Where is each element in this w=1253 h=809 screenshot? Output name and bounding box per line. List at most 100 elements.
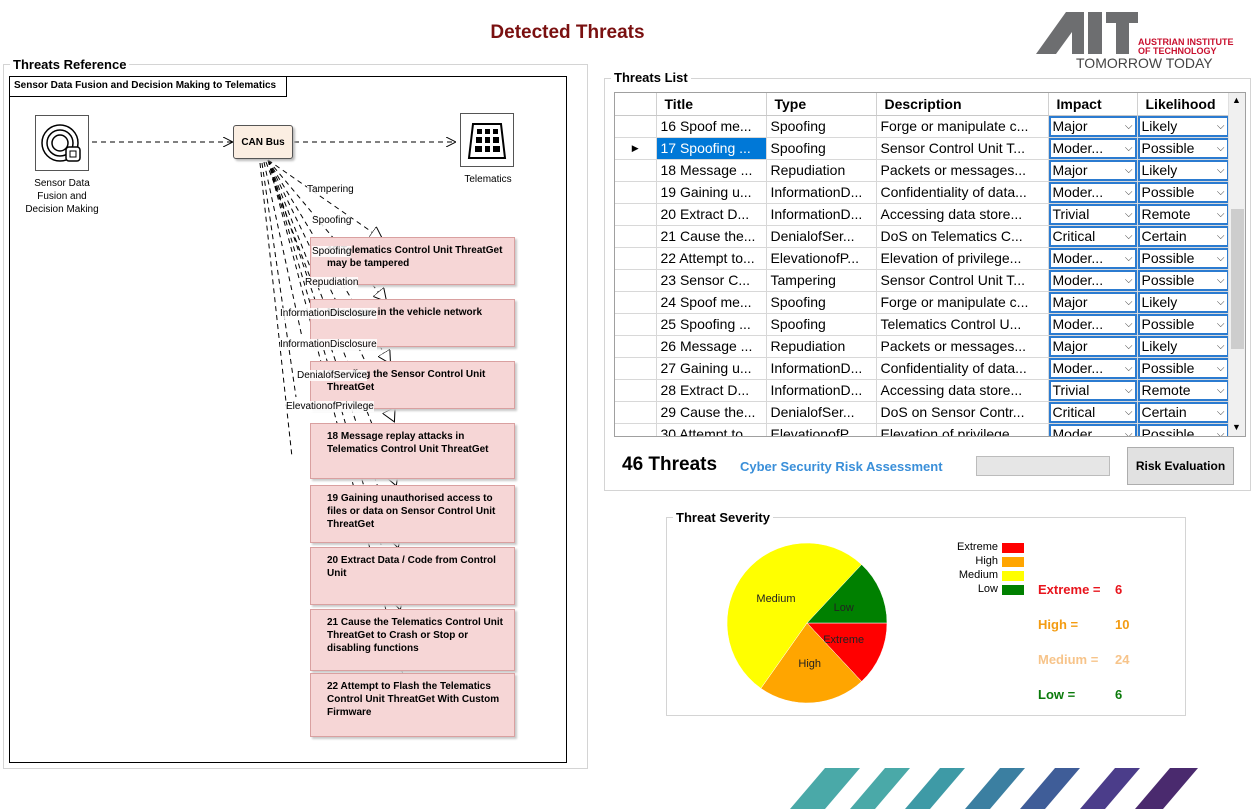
table-row[interactable]: 29 Cause the... DenialofSer... DoS on Sens… — [615, 401, 1230, 424]
cell-title[interactable]: 19 Gaining u... — [656, 181, 767, 204]
cell-title[interactable]: 28 Extract D... — [656, 379, 767, 402]
cell-title[interactable]: 20 Extract D... — [656, 203, 767, 226]
table-row[interactable]: 28 Extract D... InformationD... Accessing … — [615, 379, 1230, 402]
table-row[interactable]: 20 Extract D... InformationD... Accessing … — [615, 203, 1230, 226]
risk-assessment-link[interactable]: Cyber Security Risk Assessment — [740, 459, 943, 474]
impact-select[interactable]: Major ⌵ — [1048, 115, 1136, 136]
cell-likelihood[interactable]: Likely ⌵ — [1137, 115, 1230, 138]
cell-likelihood[interactable]: Possible ⌵ — [1137, 247, 1230, 270]
row-header[interactable] — [615, 269, 657, 292]
row-header[interactable] — [615, 247, 657, 270]
cell-type[interactable]: Tampering — [766, 269, 877, 292]
cell-likelihood[interactable]: Likely ⌵ — [1137, 291, 1230, 314]
cell-description[interactable]: Packets or messages... — [876, 335, 1049, 358]
threat-box-18[interactable]: 18 Message replay attacks in Telematics … — [310, 423, 515, 479]
cell-title[interactable]: 18 Message ... — [656, 159, 767, 182]
impact-select[interactable]: Major ⌵ — [1048, 335, 1136, 356]
table-row[interactable]: 22 Attempt to... ElevationofP... Elevation… — [615, 247, 1230, 270]
scroll-down-icon[interactable]: ▼ — [1232, 422, 1241, 432]
cell-impact[interactable]: Major ⌵ — [1048, 335, 1138, 358]
chevron-down-icon[interactable]: ⌵ — [1125, 253, 1133, 264]
row-header[interactable] — [615, 159, 657, 182]
likelihood-select[interactable]: Remote ⌵ — [1137, 203, 1228, 224]
likelihood-select[interactable]: Certain ⌵ — [1137, 225, 1228, 246]
table-row[interactable]: 23 Sensor C... Tampering Sensor Control Un… — [615, 269, 1230, 292]
cell-likelihood[interactable]: Remote ⌵ — [1137, 203, 1230, 226]
cell-impact[interactable]: Moder... ⌵ — [1048, 357, 1138, 380]
impact-select[interactable]: Moder... ⌵ — [1048, 137, 1136, 158]
chevron-down-icon[interactable]: ⌵ — [1125, 341, 1133, 352]
chevron-down-icon[interactable]: ⌵ — [1125, 231, 1133, 242]
cell-likelihood[interactable]: Likely ⌵ — [1137, 335, 1230, 358]
cell-title[interactable]: 25 Spoofing ... — [656, 313, 767, 336]
impact-select[interactable]: Critical ⌵ — [1048, 225, 1136, 246]
cell-likelihood[interactable]: Remote ⌵ — [1137, 379, 1230, 402]
risk-evaluation-button[interactable]: Risk Evaluation — [1127, 447, 1234, 485]
cell-description[interactable]: Sensor Control Unit T... — [876, 137, 1049, 160]
cell-impact[interactable]: Trivial ⌵ — [1048, 203, 1138, 226]
impact-select[interactable]: Moder... ⌵ — [1048, 357, 1136, 378]
cell-impact[interactable]: Moder... ⌵ — [1048, 313, 1138, 336]
grid-scrollbar[interactable]: ▲ ▼ — [1228, 93, 1245, 436]
chevron-down-icon[interactable]: ⌵ — [1217, 231, 1225, 242]
row-selected-icon[interactable]: ▶ — [615, 137, 657, 160]
cell-type[interactable]: ElevationofP... — [766, 247, 877, 270]
chevron-down-icon[interactable]: ⌵ — [1217, 253, 1225, 264]
row-header[interactable] — [615, 291, 657, 314]
row-header[interactable] — [615, 313, 657, 336]
cell-description[interactable]: Elevation of privilege... — [876, 247, 1049, 270]
chevron-down-icon[interactable]: ⌵ — [1125, 429, 1133, 437]
row-header[interactable] — [615, 401, 657, 424]
likelihood-select[interactable]: Possible ⌵ — [1137, 269, 1228, 290]
cell-impact[interactable]: Critical ⌵ — [1048, 225, 1138, 248]
sensor-node[interactable] — [35, 115, 89, 171]
chevron-down-icon[interactable]: ⌵ — [1217, 297, 1225, 308]
likelihood-select[interactable]: Likely ⌵ — [1137, 115, 1228, 136]
chevron-down-icon[interactable]: ⌵ — [1125, 143, 1133, 154]
cell-likelihood[interactable]: Possible ⌵ — [1137, 423, 1230, 436]
chevron-down-icon[interactable]: ⌵ — [1217, 407, 1225, 418]
impact-select[interactable]: Critical ⌵ — [1048, 401, 1136, 422]
cell-likelihood[interactable]: Certain ⌵ — [1137, 401, 1230, 424]
cell-description[interactable]: Telematics Control U... — [876, 313, 1049, 336]
chevron-down-icon[interactable]: ⌵ — [1217, 143, 1225, 154]
likelihood-select[interactable]: Possible ⌵ — [1137, 357, 1228, 378]
cell-description[interactable]: DoS on Sensor Contr... — [876, 401, 1049, 424]
table-row[interactable]: 16 Spoof me... Spoofing Forge or manipulat… — [615, 115, 1230, 138]
row-header[interactable] — [615, 225, 657, 248]
cell-type[interactable]: Spoofing — [766, 291, 877, 314]
cell-impact[interactable]: Critical ⌵ — [1048, 401, 1138, 424]
likelihood-select[interactable]: Possible ⌵ — [1137, 137, 1228, 158]
cell-description[interactable]: DoS on Telematics C... — [876, 225, 1049, 248]
table-row[interactable]: 26 Message ... Repudiation Packets or mess… — [615, 335, 1230, 358]
chevron-down-icon[interactable]: ⌵ — [1125, 209, 1133, 220]
cell-title[interactable]: 17 Spoofing ... — [656, 137, 767, 160]
cell-description[interactable]: Elevation of privilege... — [876, 423, 1049, 436]
cell-impact[interactable]: Moder... ⌵ — [1048, 181, 1138, 204]
impact-select[interactable]: Major ⌵ — [1048, 291, 1136, 312]
canbus-node[interactable]: CAN Bus — [233, 125, 293, 159]
col-header-title[interactable]: Title — [656, 93, 767, 116]
threat-diagram[interactable]: Sensor Data Fusion and Decision Making t… — [9, 76, 567, 763]
col-header-description[interactable]: Description — [876, 93, 1049, 116]
threat-box-21[interactable]: 21 Cause the Telematics Control Unit Thr… — [310, 609, 515, 671]
cell-type[interactable]: Spoofing — [766, 115, 877, 138]
chevron-down-icon[interactable]: ⌵ — [1125, 297, 1133, 308]
chevron-down-icon[interactable]: ⌵ — [1217, 363, 1225, 374]
cell-title[interactable]: 29 Cause the... — [656, 401, 767, 424]
cell-type[interactable]: Spoofing — [766, 137, 877, 160]
row-header[interactable] — [615, 203, 657, 226]
cell-type[interactable]: DenialofSer... — [766, 401, 877, 424]
chevron-down-icon[interactable]: ⌵ — [1125, 363, 1133, 374]
cell-impact[interactable]: Moder... ⌵ — [1048, 269, 1138, 292]
cell-type[interactable]: Spoofing — [766, 313, 877, 336]
impact-select[interactable]: Moder... ⌵ — [1048, 423, 1136, 437]
cell-description[interactable]: Packets or messages... — [876, 159, 1049, 182]
table-row[interactable]: 21 Cause the... DenialofSer... DoS on Tele… — [615, 225, 1230, 248]
cell-impact[interactable]: Moder... ⌵ — [1048, 423, 1138, 437]
col-header-type[interactable]: Type — [766, 93, 877, 116]
chevron-down-icon[interactable]: ⌵ — [1125, 385, 1133, 396]
cell-likelihood[interactable]: Possible ⌵ — [1137, 181, 1230, 204]
table-row[interactable]: 19 Gaining u... InformationD... Confidenti… — [615, 181, 1230, 204]
impact-select[interactable]: Moder... ⌵ — [1048, 247, 1136, 268]
